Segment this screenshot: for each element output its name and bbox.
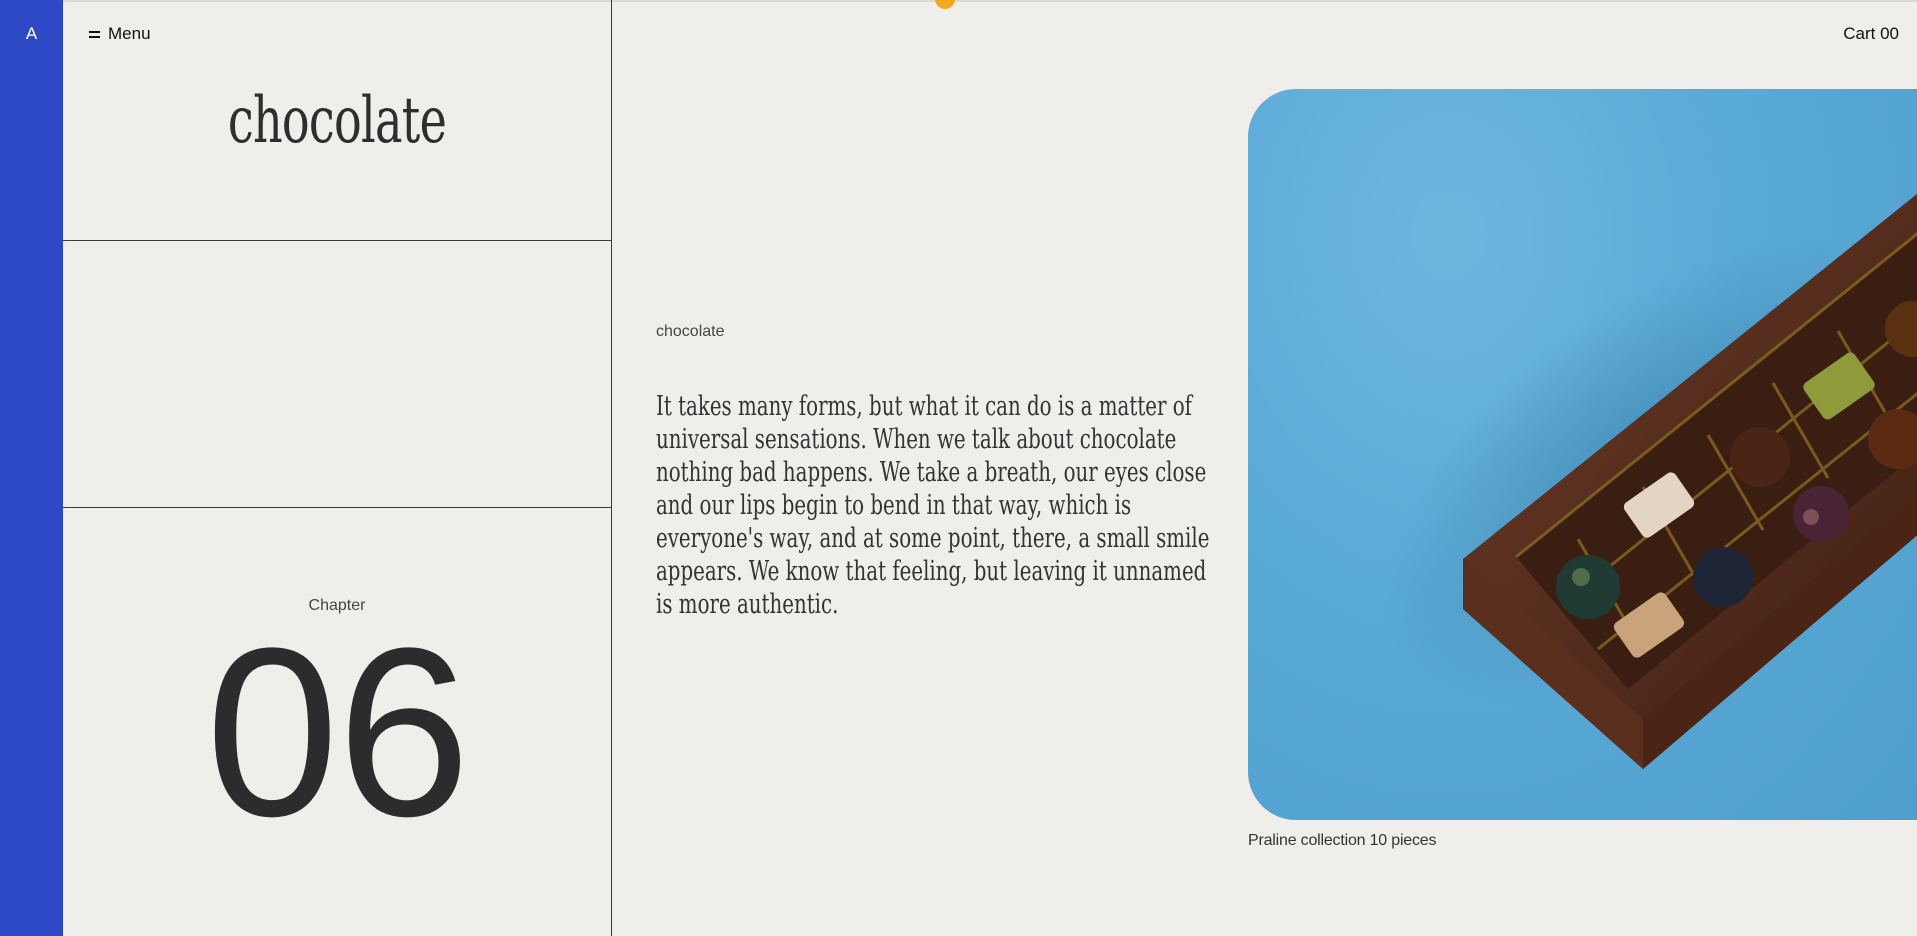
- product-caption: Praline collection 10 pieces: [1248, 832, 1437, 849]
- divider: [63, 507, 611, 508]
- logo[interactable]: A: [0, 24, 63, 44]
- product-image[interactable]: [1248, 89, 1917, 820]
- menu-button[interactable]: Menu: [89, 24, 151, 44]
- cart-button[interactable]: Cart 00: [1843, 24, 1899, 44]
- menu-icon: [89, 30, 100, 38]
- divider: [63, 240, 611, 241]
- menu-label: Menu: [108, 24, 151, 43]
- body-paragraph: It takes many forms, but what it can do …: [656, 390, 1210, 620]
- accent-dot: [935, 0, 955, 9]
- praline-box-illustration: [1380, 193, 1917, 769]
- side-rail: A: [0, 0, 63, 936]
- left-column: Menu chocolate Chapter 06: [63, 0, 612, 936]
- section-label: chocolate: [656, 323, 725, 340]
- chapter-number: 06: [205, 598, 471, 866]
- page-title: chocolate: [227, 84, 447, 158]
